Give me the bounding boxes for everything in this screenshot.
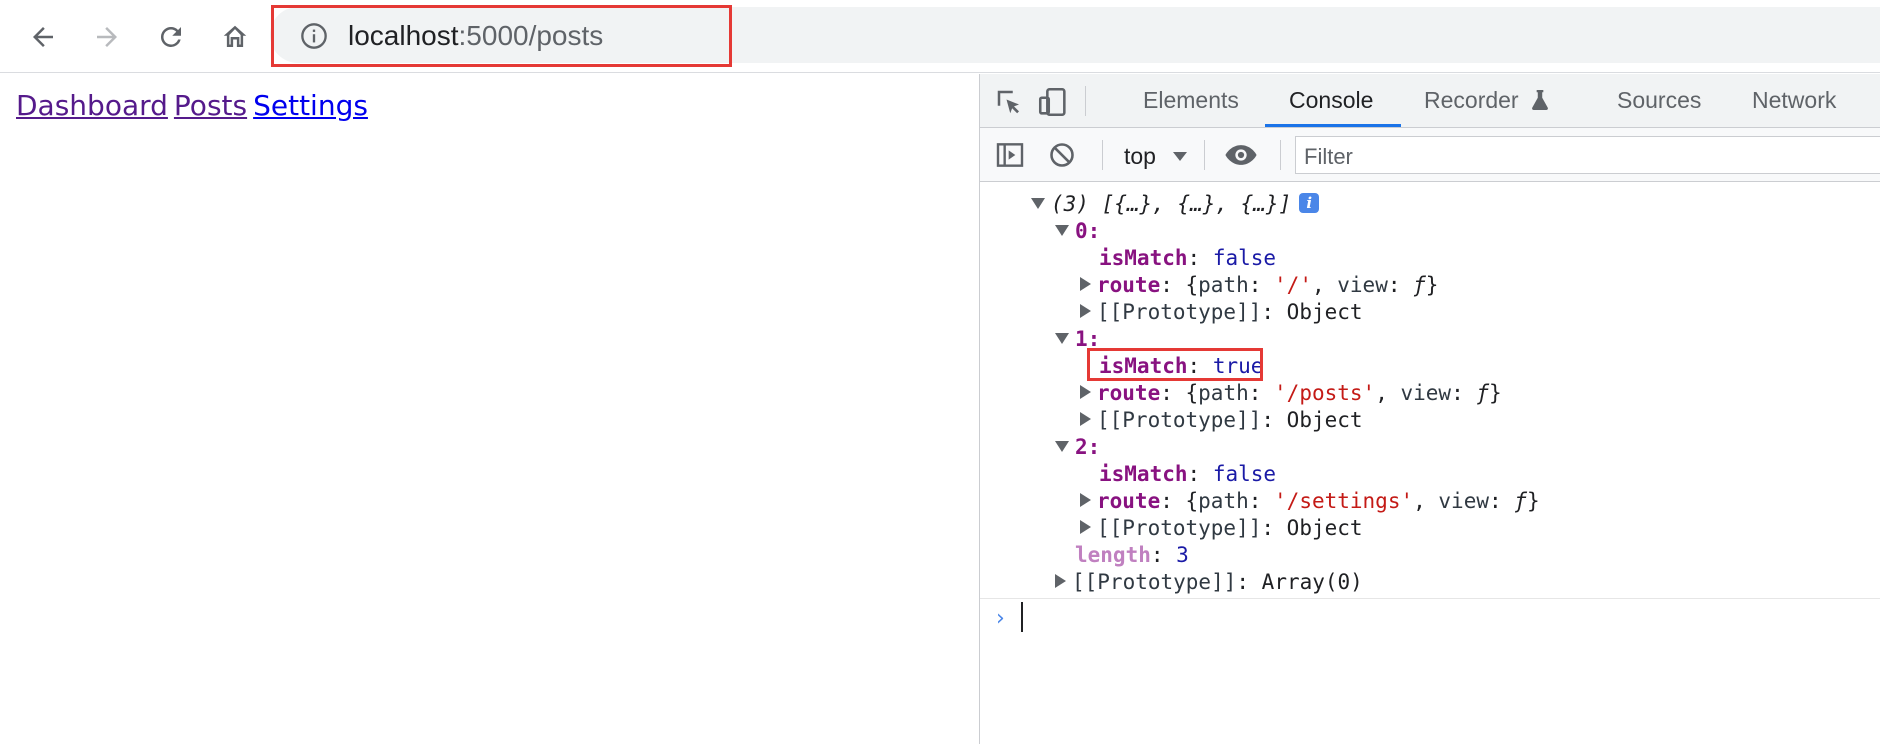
console-output: (3) [{…}, {…}, {…}] i 0: isMatch: false r… [980,182,1880,744]
collapsed-triangle-icon [1080,493,1091,507]
inspect-element-icon[interactable] [994,87,1024,117]
expanded-triangle-icon [1031,197,1045,209]
ismatch-row: isMatch: false [1099,462,1277,486]
filter-placeholder: Filter [1304,144,1353,169]
eye-icon[interactable] [1224,141,1258,169]
collapsed-triangle-icon [1080,520,1091,534]
url-annotation-box [271,5,732,67]
context-selector[interactable]: top [1124,143,1156,170]
route-row[interactable]: route: {path: '/', view: ƒ} [1080,271,1438,299]
prompt-chevron-icon: › [996,606,1005,631]
settings-link[interactable]: Settings [253,89,368,122]
array-summary[interactable]: (3) [{…}, {…}, {…}] i [1031,190,1320,218]
collapsed-triangle-icon [1080,385,1091,399]
console-toolbar: top Filter [980,128,1880,182]
toolbar-divider [1085,86,1086,116]
collapsed-triangle-icon [1080,277,1091,291]
prototype-row[interactable]: [[Prototype]]: Object [1080,406,1363,434]
array-item-2[interactable]: 2: [1055,433,1100,461]
tab-network[interactable]: Network [1752,74,1836,127]
active-tab-indicator [1265,124,1401,127]
back-button[interactable] [20,14,66,60]
collapsed-triangle-icon [1080,412,1091,426]
route-row[interactable]: route: {path: '/posts', view: ƒ} [1080,379,1502,407]
info-badge-icon[interactable]: i [1299,193,1320,213]
array-prototype-row[interactable]: [[Prototype]]: Array(0) [1055,568,1363,596]
expanded-triangle-icon [1055,224,1069,236]
expanded-triangle-icon [1055,332,1069,344]
chevron-down-icon[interactable] [1173,152,1187,161]
ismatch-row: isMatch: false [1099,246,1277,270]
collapsed-triangle-icon [1080,304,1091,318]
sidebar-toggle-icon[interactable] [994,139,1026,171]
flask-icon [1532,90,1548,110]
back-arrow-icon [33,27,53,47]
expanded-triangle-icon [1055,440,1069,452]
toolbar-divider [1280,140,1281,170]
toolbar-divider [1102,140,1103,170]
page-content: Dashboard Posts Settings [0,74,979,744]
browser-toolbar: localhost:5000/posts [0,0,1880,73]
dashboard-link[interactable]: Dashboard [16,89,168,122]
filter-input[interactable]: Filter [1295,136,1880,174]
clear-console-icon[interactable] [1048,141,1076,169]
tab-elements[interactable]: Elements [1143,74,1239,127]
console-prompt-divider [980,598,1880,599]
device-toolbar-icon[interactable] [1036,85,1070,119]
home-icon [223,25,247,47]
tab-recorder[interactable]: Recorder [1424,74,1549,127]
length-row: length: 3 [1075,543,1189,567]
array-item-0[interactable]: 0: [1055,217,1100,245]
console-input[interactable] [1021,602,1023,632]
tab-recorder-label: Recorder [1424,87,1519,113]
page-nav: Dashboard Posts Settings [16,88,374,124]
tab-console[interactable]: Console [1289,74,1373,127]
ismatch-annotation-box [1087,348,1263,381]
forward-arrow-icon [97,27,117,47]
reload-button[interactable] [148,14,194,60]
prototype-row[interactable]: [[Prototype]]: Object [1080,298,1363,326]
devtools-panel: Elements Console Recorder Sources Networ… [979,74,1880,744]
collapsed-triangle-icon [1055,574,1066,588]
toolbar-divider [1204,140,1205,170]
forward-button[interactable] [84,14,130,60]
posts-link[interactable]: Posts [174,89,247,122]
reload-icon [160,26,181,47]
prototype-row[interactable]: [[Prototype]]: Object [1080,514,1363,542]
devtools-tab-bar: Elements Console Recorder Sources Networ… [980,74,1880,128]
home-button[interactable] [212,14,258,60]
tab-sources[interactable]: Sources [1617,74,1701,127]
route-row[interactable]: route: {path: '/settings', view: ƒ} [1080,487,1540,515]
